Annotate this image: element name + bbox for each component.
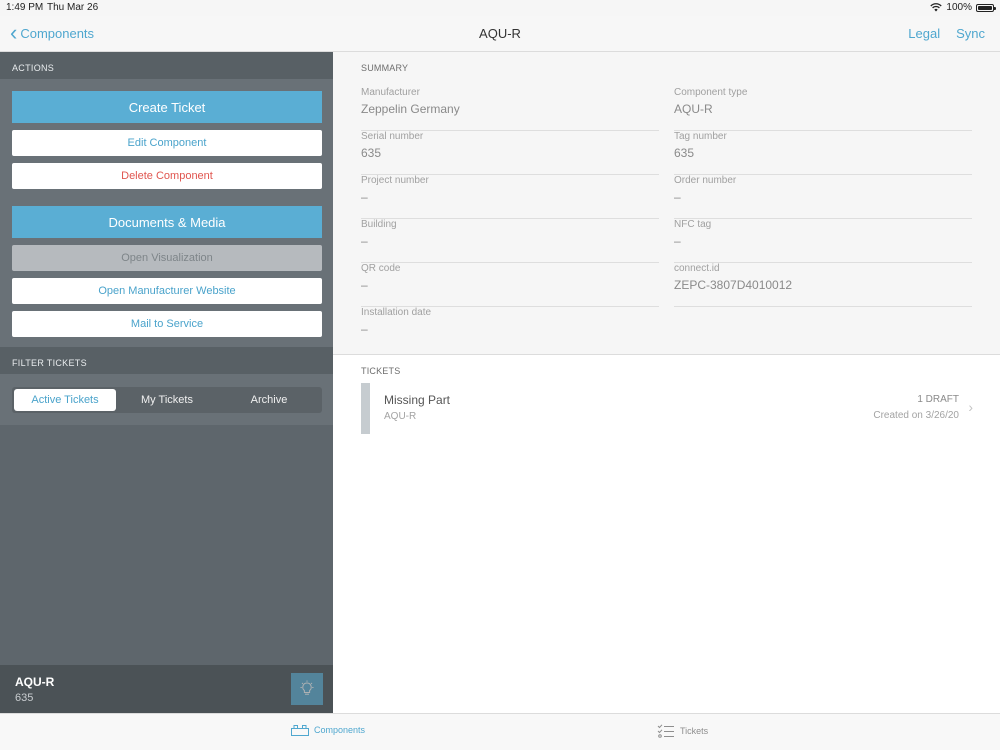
field-connect-id: connect.id ZEPC-3807D4010012 xyxy=(674,263,972,307)
tab-components-label: Components xyxy=(314,725,366,735)
tickets-section: TICKETS Missing Part AQU-R 1 DRAFT Creat… xyxy=(333,355,1000,713)
component-footer: AQU-R 635 xyxy=(0,665,333,713)
field-value: – xyxy=(674,190,681,204)
ticket-component: AQU-R xyxy=(384,411,417,422)
tab-components[interactable]: Components xyxy=(291,724,365,736)
tickets-label: TICKETS xyxy=(361,366,401,376)
ticket-status: 1 DRAFT xyxy=(917,394,959,405)
field-nfc-tag: NFC tag – xyxy=(674,219,972,263)
wifi-icon xyxy=(930,3,943,12)
field-order-number: Order number – xyxy=(674,175,972,219)
field-manufacturer: Manufacturer Zeppelin Germany xyxy=(361,87,659,131)
ticket-row[interactable]: Missing Part AQU-R 1 DRAFT Created on 3/… xyxy=(361,383,973,435)
documents-media-button[interactable]: Documents & Media xyxy=(12,206,322,238)
field-project-number: Project number – xyxy=(361,175,659,219)
nav-actions: Legal Sync xyxy=(908,26,985,41)
open-visualization-button: Open Visualization xyxy=(12,245,322,271)
battery-icon xyxy=(976,3,996,12)
field-value: Zeppelin Germany xyxy=(361,102,460,116)
field-label: QR code xyxy=(361,263,401,274)
field-value: 635 xyxy=(361,146,382,160)
field-component-type: Component type AQU-R xyxy=(674,87,972,131)
back-button[interactable]: ‹ Components xyxy=(10,20,95,45)
footer-component-serial: 635 xyxy=(15,692,34,704)
field-value: ZEPC-3807D4010012 xyxy=(674,278,793,292)
filter-section-label: FILTER TICKETS xyxy=(0,347,333,374)
field-value: – xyxy=(361,234,368,248)
actions-section-label: ACTIONS xyxy=(0,52,333,79)
filter-active-tickets[interactable]: Active Tickets xyxy=(14,389,116,411)
ticket-filter-segmented: Active Tickets My Tickets Archive xyxy=(12,387,322,413)
field-value: – xyxy=(361,322,368,336)
ticket-created-date: Created on 3/26/20 xyxy=(873,410,959,421)
chevron-left-icon: ‹ xyxy=(10,20,18,45)
delete-component-button[interactable]: Delete Component xyxy=(12,163,322,189)
field-tag-number: Tag number 635 xyxy=(674,131,972,175)
summary-section: SUMMARY Manufacturer Zeppelin Germany Co… xyxy=(333,52,1000,355)
mail-to-service-button[interactable]: Mail to Service xyxy=(12,311,322,337)
field-label: Building xyxy=(361,219,397,230)
field-building: Building – xyxy=(361,219,659,263)
status-date: Thu Mar 26 xyxy=(47,2,99,13)
page-title: AQU-R xyxy=(479,26,521,41)
field-label: Order number xyxy=(674,175,737,186)
field-label: connect.id xyxy=(674,263,720,274)
tab-tickets[interactable]: Tickets xyxy=(657,724,708,738)
chevron-right-icon: › xyxy=(968,399,973,415)
legal-button[interactable]: Legal xyxy=(908,26,940,41)
tab-bar: Components Tickets xyxy=(0,713,1000,750)
field-label: Tag number xyxy=(674,131,727,142)
open-manufacturer-website-button[interactable]: Open Manufacturer Website xyxy=(12,278,322,304)
edit-component-button[interactable]: Edit Component xyxy=(12,130,322,156)
ticket-title: Missing Part xyxy=(384,393,451,407)
filter-panel: Active Tickets My Tickets Archive xyxy=(0,374,333,425)
field-installation-date: Installation date – xyxy=(361,307,659,351)
field-value: – xyxy=(674,234,681,248)
status-time: 1:49 PM xyxy=(6,2,44,13)
sync-button[interactable]: Sync xyxy=(956,26,985,41)
field-serial-number: Serial number 635 xyxy=(361,131,659,175)
field-label: Serial number xyxy=(361,131,424,142)
components-icon xyxy=(291,725,309,736)
ticket-status-bar xyxy=(361,383,370,434)
field-label: Component type xyxy=(674,87,748,98)
field-qr-code: QR code – xyxy=(361,263,659,307)
main-content: SUMMARY Manufacturer Zeppelin Germany Co… xyxy=(333,52,1000,713)
sidebar: ACTIONS Create Ticket Edit Component Del… xyxy=(0,52,333,713)
field-value: AQU-R xyxy=(674,102,713,116)
field-value: – xyxy=(361,278,368,292)
footer-component-name: AQU-R xyxy=(15,675,55,689)
status-right: 100% xyxy=(930,2,996,13)
back-label: Components xyxy=(20,25,95,41)
actions-panel: Create Ticket Edit Component Delete Comp… xyxy=(0,79,333,347)
summary-label: SUMMARY xyxy=(361,63,409,73)
lightbulb-icon xyxy=(300,680,314,695)
field-label: NFC tag xyxy=(674,219,712,230)
field-label: Installation date xyxy=(361,307,432,318)
filter-my-tickets[interactable]: My Tickets xyxy=(116,389,218,411)
field-value: – xyxy=(361,190,368,204)
battery-percent: 100% xyxy=(946,2,972,13)
checklist-icon xyxy=(657,724,674,738)
lightbulb-button[interactable] xyxy=(291,673,323,705)
create-ticket-button[interactable]: Create Ticket xyxy=(12,91,322,123)
tab-tickets-label: Tickets xyxy=(680,726,709,736)
filter-archive[interactable]: Archive xyxy=(218,389,320,411)
status-bar: 1:49 PM Thu Mar 26 100% xyxy=(0,0,1000,16)
field-label: Manufacturer xyxy=(361,87,420,98)
field-label: Project number xyxy=(361,175,429,186)
field-value: 635 xyxy=(674,146,695,160)
navigation-bar: ‹ Components AQU-R Legal Sync xyxy=(0,16,1000,52)
